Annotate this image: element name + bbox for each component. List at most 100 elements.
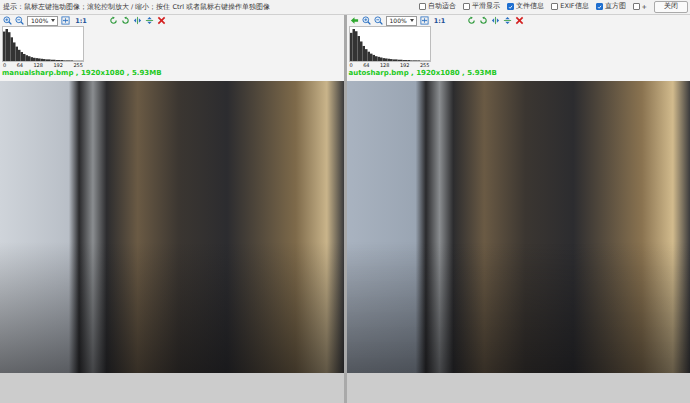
flip-vertical-icon[interactable] — [145, 16, 154, 25]
rotate-right-icon[interactable] — [121, 16, 130, 25]
zoom-in-icon[interactable] — [362, 16, 371, 25]
histogram-bar — [38, 58, 41, 61]
histogram-bar — [357, 36, 360, 61]
histogram-bar — [350, 33, 353, 61]
histogram-tick: 255 — [73, 62, 83, 68]
option-checkbox[interactable]: 平滑显示 — [463, 2, 500, 11]
file-info-text: manualsharp.bmp , 1920x1080 , 5.93MB — [2, 68, 344, 78]
image-view[interactable] — [347, 81, 690, 373]
flip-horizontal-icon[interactable] — [491, 16, 500, 25]
checkbox[interactable] — [633, 3, 640, 10]
check-icon — [508, 4, 513, 10]
histogram-bar — [81, 60, 84, 61]
histogram-bar — [78, 60, 81, 61]
checkbox[interactable] — [596, 3, 603, 10]
histogram-bar — [397, 60, 400, 61]
histogram-bar — [23, 54, 26, 61]
histogram-bar — [367, 52, 370, 61]
histogram-bar — [370, 54, 373, 61]
histogram-bar — [415, 60, 418, 62]
histogram-bar — [417, 60, 420, 62]
zoom-select[interactable]: 100% — [27, 16, 58, 26]
image-compare-window: 提示：鼠标左键拖动图像；滚轮控制放大 / 缩小；按住 Ctrl 或者鼠标右键操作… — [0, 0, 690, 403]
actual-size-button[interactable]: 1:1 — [73, 17, 89, 25]
fit-window-icon[interactable] — [420, 16, 429, 25]
info-area: 0 64 128 192 255manualsharp.bmp , 1920x1080 … — [0, 26, 344, 81]
histogram-bar — [18, 50, 21, 61]
checkbox[interactable] — [463, 3, 470, 10]
histogram-ticks: 0 64 128 192 255 — [2, 62, 84, 68]
histogram-bar — [385, 58, 388, 61]
histogram-bar — [372, 55, 375, 61]
rotate-right-icon[interactable] — [479, 16, 488, 25]
histogram-bar — [53, 60, 56, 61]
option-list: 自动适合平滑显示 文件信息 EXIF信息直方图 + 关闭 — [419, 1, 690, 13]
histogram-bar — [56, 60, 59, 62]
option-checkbox[interactable]: 自动适合 — [419, 2, 456, 11]
histogram-tick: 128 — [33, 62, 43, 68]
histogram-bar — [13, 42, 16, 61]
histogram-bar — [43, 59, 46, 61]
histogram-bar — [11, 37, 14, 61]
dropdown-caret-icon — [410, 19, 414, 22]
flip-vertical-icon[interactable] — [503, 16, 512, 25]
info-area: 064128192255autosharp.bmp , 1920x1080 , … — [347, 26, 690, 81]
checkbox[interactable] — [507, 3, 514, 10]
option-checkbox[interactable]: 文件信息 — [507, 2, 544, 11]
image-panel: 100%1:1064128192255autosharp.bmp , 1920x… — [347, 15, 690, 403]
green-left-arrow-icon[interactable] — [350, 16, 359, 25]
histogram-bar — [16, 47, 19, 61]
histogram-bar — [395, 59, 398, 61]
zoom-out-icon[interactable] — [15, 16, 24, 25]
zoom-value: 100% — [390, 17, 407, 25]
close-image-icon[interactable] — [157, 16, 166, 25]
histogram: 064128192255 — [349, 26, 431, 68]
empty-canvas — [347, 373, 690, 403]
histogram-bar — [76, 60, 79, 61]
histogram-bar — [63, 60, 66, 62]
histogram-bar — [68, 60, 71, 62]
actual-size-button[interactable]: 1:1 — [432, 17, 448, 25]
histogram-bar — [8, 32, 11, 61]
zoom-select[interactable]: 100% — [386, 16, 417, 26]
histogram-bar — [41, 59, 44, 61]
histogram-bar — [377, 57, 380, 61]
option-label: 文件信息 — [516, 2, 544, 11]
histogram-tick: 192 — [53, 62, 63, 68]
histogram-bar — [26, 55, 29, 61]
histogram-bar — [400, 60, 403, 61]
histogram-tick: 192 — [400, 62, 410, 68]
histogram-bar — [410, 60, 413, 62]
histogram-bar — [48, 59, 51, 61]
option-label: 自动适合 — [428, 2, 456, 11]
zoom-in-icon[interactable] — [3, 16, 12, 25]
option-checkbox[interactable]: 直方图 — [596, 2, 626, 11]
option-checkbox[interactable]: EXIF信息 — [551, 2, 588, 11]
histogram-bar — [21, 52, 24, 61]
histogram-bar — [31, 57, 34, 61]
histogram-tick: 64 — [17, 62, 23, 68]
fit-window-icon[interactable] — [61, 16, 70, 25]
histogram-bar — [375, 56, 378, 61]
checkbox[interactable] — [551, 3, 558, 10]
rotate-left-icon[interactable] — [467, 16, 476, 25]
histogram-bar — [71, 60, 74, 62]
option-checkbox[interactable]: + — [633, 3, 647, 11]
histogram-chart — [2, 26, 84, 62]
rotate-left-icon[interactable] — [109, 16, 118, 25]
histogram-bar — [422, 60, 425, 61]
histogram-tick: 0 — [3, 62, 6, 68]
histogram-tick: 0 — [350, 62, 353, 68]
image-view[interactable] — [0, 81, 344, 373]
close-button[interactable]: 关闭 — [654, 1, 688, 13]
flip-horizontal-icon[interactable] — [133, 16, 142, 25]
check-icon — [597, 4, 602, 10]
histogram-bar — [3, 32, 6, 61]
histogram-bar — [407, 60, 410, 62]
checkbox[interactable] — [419, 3, 426, 10]
histogram-tick: 64 — [363, 62, 369, 68]
zoom-out-icon[interactable] — [374, 16, 383, 25]
image-panel: 100% 1:1 0 64 128 192 255manualsharp.bmp , 192… — [0, 15, 344, 403]
histogram-bar — [365, 49, 368, 61]
close-image-icon[interactable] — [515, 16, 524, 25]
